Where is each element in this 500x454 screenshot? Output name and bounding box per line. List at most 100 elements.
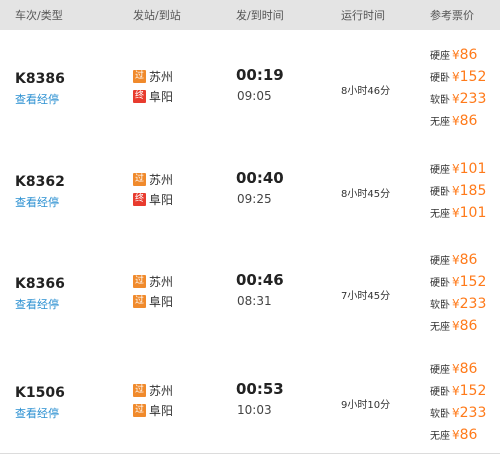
currency-symbol: ¥ xyxy=(452,113,460,128)
seat-type: 硬卧 xyxy=(430,186,450,198)
run-duration: 8小时46分 xyxy=(341,85,391,97)
price-line[interactable]: 硬座 ¥101 xyxy=(430,161,486,177)
from-station: 过苏州 xyxy=(133,171,173,188)
seat-type: 无座 xyxy=(430,116,450,128)
seat-type: 软卧 xyxy=(430,94,450,106)
seat-type: 软卧 xyxy=(430,408,450,420)
price-amount: 152 xyxy=(459,382,487,399)
seat-type: 硬卧 xyxy=(430,72,450,84)
arrival-time: 09:25 xyxy=(237,191,272,206)
pass-badge-icon: 过 xyxy=(133,403,146,417)
to-station: 终阜阳 xyxy=(133,88,173,105)
header-times: 发/到时间 xyxy=(236,9,284,22)
view-stops-link[interactable]: 查看经停 xyxy=(15,296,59,312)
arrival-time: 10:03 xyxy=(237,402,272,417)
price-amount: 152 xyxy=(459,274,487,290)
price-line[interactable]: 硬座 ¥86 xyxy=(430,252,477,268)
currency-symbol: ¥ xyxy=(452,205,460,220)
price-line[interactable]: 无座 ¥86 xyxy=(430,427,477,443)
seat-type: 硬卧 xyxy=(430,278,450,289)
seat-type: 硬座 xyxy=(430,50,450,62)
price-amount: 86 xyxy=(459,46,478,63)
from-station: 过苏州 xyxy=(133,273,173,290)
price-line[interactable]: 软卧 ¥233 xyxy=(430,296,486,312)
pass-badge-icon: 过 xyxy=(133,275,146,288)
currency-symbol: ¥ xyxy=(452,297,460,311)
price-amount: 86 xyxy=(459,112,478,129)
seat-type: 无座 xyxy=(430,430,450,442)
price-line[interactable]: 软卧 ¥233 xyxy=(430,91,486,107)
run-duration: 8小时45分 xyxy=(341,188,391,200)
view-stops-link[interactable]: 查看经停 xyxy=(15,405,59,421)
currency-symbol: ¥ xyxy=(452,69,460,84)
train-row: K8386 查看经停过苏州终阜阳 00:19 09:05 8小时46分 硬座 ¥86 硬卧 ¥1… xyxy=(0,30,500,146)
header-price: 参考票价 xyxy=(430,9,474,22)
price-amount: 86 xyxy=(459,318,478,334)
train-number: K8386 xyxy=(15,70,65,87)
from-station: 过苏州 xyxy=(133,382,173,399)
currency-symbol: ¥ xyxy=(452,183,460,198)
currency-symbol: ¥ xyxy=(452,161,460,176)
station-name: 苏州 xyxy=(149,383,174,398)
pass-badge-icon: 过 xyxy=(133,172,146,186)
currency-symbol: ¥ xyxy=(452,253,460,267)
to-station: 过阜阳 xyxy=(133,293,173,310)
station-name: 阜阳 xyxy=(149,295,174,309)
price-line[interactable]: 硬卧 ¥152 xyxy=(430,383,486,399)
price-line[interactable]: 无座 ¥86 xyxy=(430,318,477,334)
to-station: 终阜阳 xyxy=(133,191,173,208)
header-duration: 运行时间 xyxy=(341,9,385,22)
currency-symbol: ¥ xyxy=(452,361,460,376)
price-line[interactable]: 无座 ¥101 xyxy=(430,205,486,221)
station-name: 阜阳 xyxy=(149,192,174,207)
view-stops-link[interactable]: 查看经停 xyxy=(15,91,59,107)
train-number: K8362 xyxy=(15,173,65,190)
seat-type: 无座 xyxy=(430,208,450,220)
pass-badge-icon: 过 xyxy=(133,383,146,397)
departure-time: 00:19 xyxy=(236,65,284,84)
price-amount: 86 xyxy=(459,360,478,377)
pass-badge-icon: 过 xyxy=(133,295,146,308)
price-amount: 185 xyxy=(459,182,487,199)
station-name: 阜阳 xyxy=(149,403,174,418)
station-name: 苏州 xyxy=(149,172,174,187)
train-row: K1506 查看经停过苏州过阜阳 00:53 10:03 9小时10分 硬座 ¥86 硬卧 ¥1… xyxy=(0,350,500,454)
train-row: K8366 查看经停过苏州过阜阳 00:46 08:31 7小时45分 硬座 ¥86 硬卧 ¥1… xyxy=(0,236,500,351)
station-name: 苏州 xyxy=(149,69,174,84)
terminal-badge-icon: 终 xyxy=(133,192,146,206)
seat-type: 硬卧 xyxy=(430,386,450,398)
price-line[interactable]: 硬卧 ¥152 xyxy=(430,69,486,85)
table-header: 车次/类型 发站/到站 发/到时间 运行时间 参考票价 xyxy=(0,0,500,30)
price-line[interactable]: 无座 ¥86 xyxy=(430,113,477,129)
price-line[interactable]: 软卧 ¥233 xyxy=(430,405,486,421)
currency-symbol: ¥ xyxy=(452,91,460,106)
currency-symbol: ¥ xyxy=(452,405,460,420)
arrival-time: 08:31 xyxy=(237,294,272,308)
from-station: 过苏州 xyxy=(133,68,173,85)
price-amount: 86 xyxy=(459,426,478,443)
price-line[interactable]: 硬座 ¥86 xyxy=(430,47,477,63)
departure-time: 00:53 xyxy=(236,379,284,398)
departure-time: 00:40 xyxy=(236,168,284,187)
run-duration: 9小时10分 xyxy=(341,399,391,411)
price-amount: 233 xyxy=(459,90,487,107)
arrival-time: 09:05 xyxy=(237,88,272,103)
header-train: 车次/类型 xyxy=(15,9,63,22)
view-stops-link[interactable]: 查看经停 xyxy=(15,194,59,210)
seat-type: 硬座 xyxy=(430,164,450,176)
train-number: K8366 xyxy=(15,276,65,292)
price-line[interactable]: 硬卧 ¥152 xyxy=(430,274,486,290)
train-number: K1506 xyxy=(15,384,65,401)
price-amount: 101 xyxy=(459,160,487,177)
seat-type: 硬座 xyxy=(430,256,450,267)
terminal-badge-icon: 终 xyxy=(133,89,146,103)
price-line[interactable]: 硬座 ¥86 xyxy=(430,361,477,377)
price-amount: 101 xyxy=(459,204,487,221)
seat-type: 软卧 xyxy=(430,300,450,311)
station-name: 苏州 xyxy=(149,275,174,289)
price-line[interactable]: 硬卧 ¥185 xyxy=(430,183,486,199)
train-row: K8362 查看经停过苏州终阜阳 00:40 09:25 8小时45分 硬座 ¥101 硬卧 ¥… xyxy=(0,145,500,237)
pass-badge-icon: 过 xyxy=(133,69,146,83)
seat-type: 硬座 xyxy=(430,364,450,376)
price-amount: 152 xyxy=(459,68,487,85)
